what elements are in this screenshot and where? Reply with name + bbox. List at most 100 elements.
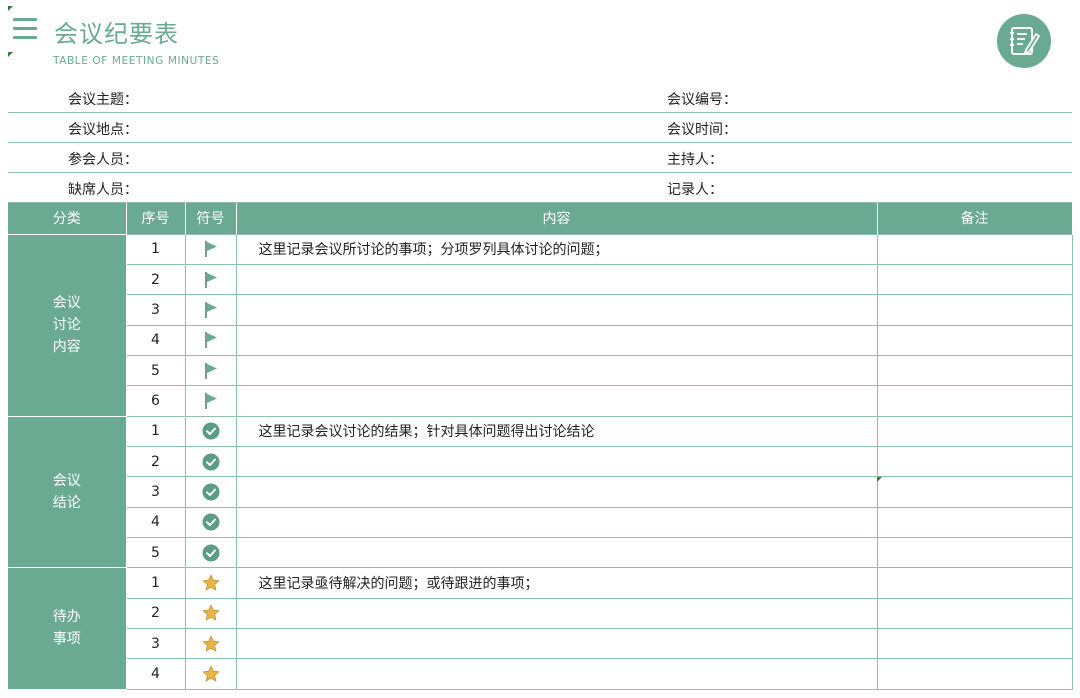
row-number[interactable]: 3	[125, 476, 186, 508]
symbol-cell[interactable]	[184, 476, 237, 508]
note-cell[interactable]	[876, 445, 1073, 478]
header-content: 内容	[235, 203, 878, 234]
symbol-cell[interactable]	[184, 233, 237, 265]
note-cell[interactable]	[876, 506, 1073, 538]
row-number[interactable]: 2	[125, 263, 186, 296]
table-row: 会议 结论 1 这里记录会议讨论的结果；针对具体问题得出讨论结论	[8, 415, 1073, 569]
table-row: 5	[8, 536, 1073, 569]
category-label: 会议	[52, 472, 81, 489]
category-cell[interactable]: 会议 结论	[8, 415, 127, 569]
row-number[interactable]: 6	[125, 385, 186, 417]
note-cell[interactable]	[876, 294, 1073, 326]
meeting-minutes-sheet: 会议纪要表 TABLE OF MEETING MINUTES 会议主题： 会议编号…	[0, 0, 1080, 698]
content-cell[interactable]	[235, 658, 878, 690]
header-note: 备注	[876, 203, 1073, 234]
row-number[interactable]: 1	[125, 415, 186, 447]
table-row: 3	[8, 627, 1073, 660]
flag-icon	[203, 301, 219, 318]
row-number[interactable]: 3	[125, 294, 186, 326]
content-cell[interactable]	[235, 385, 878, 417]
symbol-cell[interactable]	[184, 506, 237, 538]
row-number[interactable]: 4	[125, 324, 186, 356]
note-cell[interactable]	[876, 658, 1073, 690]
note-cell[interactable]	[876, 415, 1073, 447]
content-cell[interactable]	[235, 354, 878, 387]
symbol-cell[interactable]	[184, 354, 237, 387]
cell-comment-marker	[8, 52, 13, 57]
minutes-table: 分类 序号 符号 内容 备注 会议 讨论 内容 1 这里记录会议所讨论的事项；分项罗列具…	[8, 203, 1073, 690]
category-label: 内容	[52, 339, 81, 356]
note-cell[interactable]	[876, 385, 1073, 417]
info-row[interactable]: 会议地点： 会议时间：	[8, 113, 1072, 143]
info-row[interactable]: 缺席人员： 记录人：	[8, 173, 1072, 203]
note-cell[interactable]	[876, 597, 1073, 629]
category-label: 讨论	[52, 317, 81, 334]
symbol-cell[interactable]	[184, 658, 237, 690]
info-row[interactable]: 会议主题： 会议编号：	[8, 83, 1072, 113]
content-cell[interactable]	[235, 445, 878, 478]
star-icon	[202, 574, 220, 591]
note-cell[interactable]	[876, 567, 1073, 599]
category-cell[interactable]: 待办 事项	[8, 567, 127, 690]
info-label: 会议主题：	[68, 92, 138, 108]
row-number[interactable]: 1	[125, 567, 186, 599]
content-cell[interactable]	[235, 294, 878, 326]
table-row: 2	[8, 263, 1073, 296]
category-label: 会议	[52, 295, 81, 312]
symbol-cell[interactable]	[184, 324, 237, 356]
star-icon	[202, 605, 220, 621]
info-label: 会议编号：	[667, 92, 737, 108]
content-cell[interactable]: 这里记录亟待解决的问题；或待跟进的事项；	[235, 567, 878, 599]
content-cell[interactable]: 这里记录会议所讨论的事项；分项罗列具体讨论的问题；	[235, 233, 878, 265]
note-cell[interactable]	[876, 536, 1073, 569]
star-icon	[202, 635, 220, 652]
symbol-cell[interactable]	[184, 567, 237, 599]
note-cell[interactable]	[876, 233, 1073, 265]
flag-icon	[203, 271, 219, 288]
table-row: 待办 事项 1 这里记录亟待解决的问题；或待跟进的事项；	[8, 567, 1073, 690]
table-row: 2	[8, 597, 1073, 629]
symbol-cell[interactable]	[184, 415, 237, 447]
row-number[interactable]: 2	[125, 597, 186, 629]
row-number[interactable]: 4	[125, 506, 186, 538]
content-cell[interactable]	[235, 506, 878, 538]
content-cell[interactable]	[235, 536, 878, 569]
check-circle-icon	[202, 544, 220, 562]
content-cell[interactable]	[235, 324, 878, 356]
table-row: 3	[8, 294, 1073, 326]
row-number[interactable]: 1	[125, 233, 186, 265]
note-cell[interactable]	[876, 476, 1073, 508]
row-number[interactable]: 3	[125, 627, 186, 660]
symbol-cell[interactable]	[184, 385, 237, 417]
info-row[interactable]: 参会人员： 主持人：	[8, 143, 1072, 173]
page-subtitle: TABLE OF MEETING MINUTES	[53, 55, 220, 67]
note-cell[interactable]	[876, 354, 1073, 387]
symbol-cell[interactable]	[184, 445, 237, 478]
cell-comment-marker	[8, 6, 13, 11]
symbol-cell[interactable]	[184, 263, 237, 296]
row-number[interactable]: 2	[125, 445, 186, 478]
check-circle-icon	[202, 422, 220, 440]
symbol-cell[interactable]	[184, 627, 237, 660]
content-cell[interactable]	[235, 597, 878, 629]
content-cell[interactable]	[235, 476, 878, 508]
note-cell[interactable]	[876, 324, 1073, 356]
symbol-cell[interactable]	[184, 294, 237, 326]
symbol-cell[interactable]	[184, 536, 237, 569]
row-number[interactable]: 4	[125, 658, 186, 690]
content-cell[interactable]: 这里记录会议讨论的结果；针对具体问题得出讨论结论	[235, 415, 878, 447]
row-number[interactable]: 5	[125, 536, 186, 569]
row-number[interactable]: 5	[125, 354, 186, 387]
note-cell[interactable]	[876, 263, 1073, 296]
content-cell[interactable]	[235, 263, 878, 296]
category-cell[interactable]: 会议 讨论 内容	[8, 233, 127, 417]
symbol-cell[interactable]	[184, 597, 237, 629]
table-row: 4	[8, 506, 1073, 538]
content-cell[interactable]	[235, 627, 878, 660]
table-row: 6	[8, 385, 1073, 417]
check-circle-icon	[202, 513, 220, 531]
meeting-info: 会议主题： 会议编号： 会议地点： 会议时间： 参会人员： 主持人： 缺席人员： 记录人：	[8, 83, 1072, 203]
menu-icon[interactable]	[13, 18, 39, 40]
table-header-row: 分类 序号 符号 内容 备注	[8, 203, 1073, 234]
note-cell[interactable]	[876, 627, 1073, 660]
